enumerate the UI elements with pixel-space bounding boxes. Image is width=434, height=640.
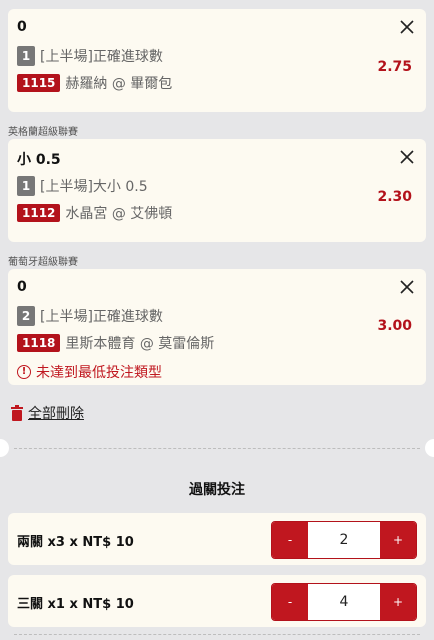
bet-market-row: 2 [上半場]正確進球數 — [17, 306, 163, 326]
parlay-row: 三關 x1 x NT$ 10 - + — [8, 575, 426, 627]
warning-text: 未達到最低投注類型 — [36, 365, 162, 381]
league-name: 葡萄牙超級聯賽 — [8, 257, 78, 268]
alert-icon: ! — [17, 365, 31, 379]
parlay-row-label: 兩關 x3 x NT$ 10 — [17, 531, 134, 550]
parlay-row: 兩關 x3 x NT$ 10 - + — [8, 513, 426, 565]
half-badge: 2 — [17, 306, 35, 326]
increment-button[interactable]: + — [380, 584, 416, 620]
ticket-notch-right — [425, 439, 434, 457]
bet-market-row: 1 [上半場]正確進球數 — [17, 46, 163, 66]
quantity-stepper[interactable]: - + — [271, 583, 417, 621]
decrement-button[interactable]: - — [272, 522, 308, 558]
league-name: 英格蘭超級聯賽 — [8, 127, 78, 138]
parlay-detail: x1 x NT$ 10 — [47, 597, 134, 612]
trash-icon — [11, 405, 23, 421]
match-number-badge: 1118 — [17, 334, 61, 352]
bet-card: 小 0.5 1 [上半場]大小 0.5 1112 水晶宮 @ 艾佛頓 2.30 — [8, 139, 426, 242]
parlay-detail: x3 x NT$ 10 — [47, 535, 134, 550]
bet-market: [上半場]大小 0.5 — [40, 179, 148, 195]
bet-card: 0 2 [上半場]正確進球數 1118 里斯本體育 @ 莫雷倫斯 3.00 ! … — [8, 269, 426, 385]
parlay-row-label: 三關 x1 x NT$ 10 — [17, 593, 134, 612]
parlay-type: 三關 — [17, 597, 44, 612]
bet-selection: 小 0.5 — [17, 152, 61, 168]
parlay-type: 兩關 — [17, 535, 44, 550]
bottom-divider — [14, 634, 420, 635]
close-icon[interactable] — [397, 277, 417, 297]
bet-match-row: 1118 里斯本體育 @ 莫雷倫斯 — [17, 333, 214, 353]
bet-match: 赫羅納 @ 畢爾包 — [65, 76, 173, 92]
ticket-divider — [14, 448, 420, 449]
bet-match-row: 1112 水晶宮 @ 艾佛頓 — [17, 203, 172, 223]
ticket-notch-left — [0, 439, 9, 457]
warning-message: ! 未達到最低投注類型 — [17, 362, 162, 382]
close-icon[interactable] — [397, 17, 417, 37]
bet-market-row: 1 [上半場]大小 0.5 — [17, 176, 148, 196]
bet-market: [上半場]正確進球數 — [40, 49, 163, 65]
match-number-badge: 1115 — [17, 74, 61, 92]
bet-selection: 0 — [17, 279, 27, 295]
parlay-title: 過關投注 — [189, 482, 245, 498]
decrement-button[interactable]: - — [272, 584, 308, 620]
half-badge: 1 — [17, 46, 35, 66]
match-number-badge: 1112 — [17, 204, 61, 222]
bet-odds: 2.30 — [377, 189, 412, 205]
bet-selection: 0 — [17, 19, 27, 35]
close-icon[interactable] — [397, 147, 417, 167]
bet-market: [上半場]正確進球數 — [40, 309, 163, 325]
bet-odds: 2.75 — [377, 59, 412, 75]
bet-match: 水晶宮 @ 艾佛頓 — [65, 206, 173, 222]
quantity-input[interactable] — [308, 522, 380, 558]
quantity-stepper[interactable]: - + — [271, 521, 417, 559]
bet-match-row: 1115 赫羅納 @ 畢爾包 — [17, 73, 172, 93]
bet-card: 0 1 [上半場]正確進球數 1115 赫羅納 @ 畢爾包 2.75 — [8, 9, 426, 112]
delete-all-label: 全部刪除 — [28, 406, 84, 422]
bet-match: 里斯本體育 @ 莫雷倫斯 — [65, 336, 215, 352]
increment-button[interactable]: + — [380, 522, 416, 558]
quantity-input[interactable] — [308, 584, 380, 620]
delete-all-button[interactable]: 全部刪除 — [10, 403, 84, 423]
half-badge: 1 — [17, 176, 35, 196]
bet-odds: 3.00 — [377, 318, 412, 334]
